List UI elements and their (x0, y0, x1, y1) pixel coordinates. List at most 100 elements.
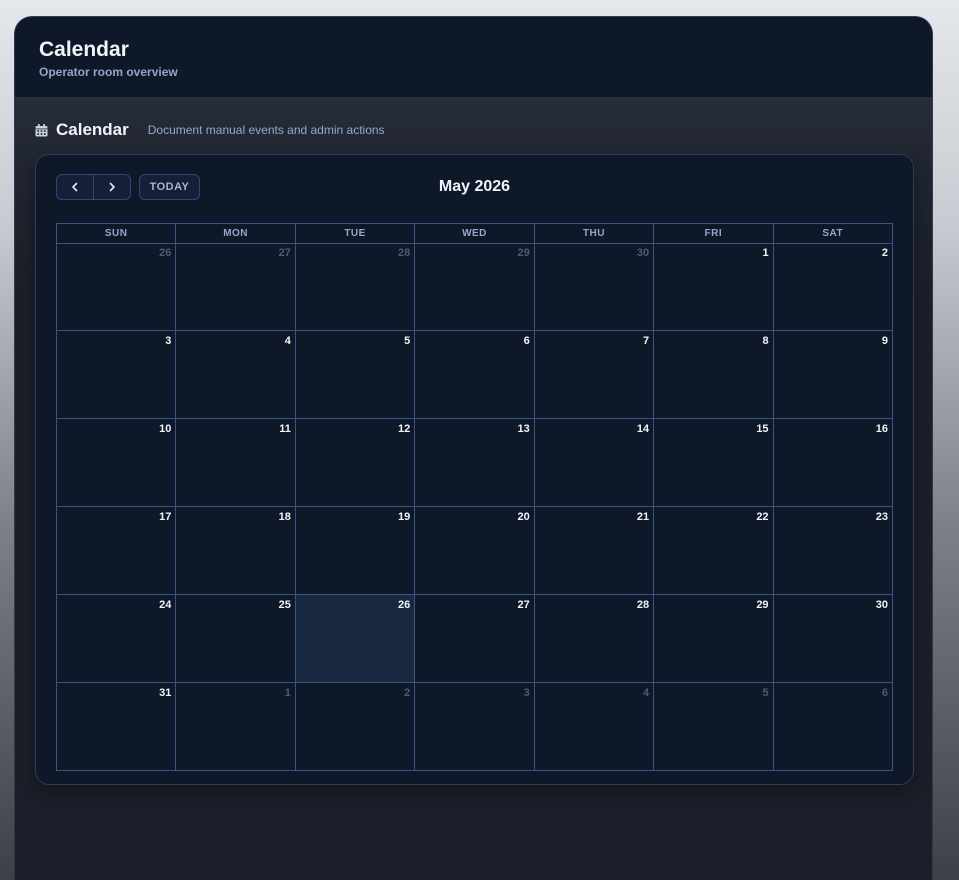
day-cell[interactable]: 30 (534, 243, 655, 331)
day-number: 6 (523, 335, 530, 347)
day-cell[interactable]: 4 (176, 331, 296, 419)
day-cell[interactable]: 27 (176, 243, 296, 331)
day-number: 12 (398, 423, 411, 435)
app-title: Calendar (39, 38, 129, 61)
week-row: 26 27 28 29 30 1 2 (57, 243, 893, 331)
day-cell[interactable]: 6 (415, 331, 535, 419)
day-cell[interactable]: 23 (773, 507, 893, 595)
weekday-header-sun: SUN (57, 224, 177, 244)
app-subtitle: Operator room overview (39, 65, 178, 79)
day-number: 26 (159, 247, 172, 259)
day-cell[interactable]: 13 (415, 419, 535, 507)
day-cell[interactable]: 16 (773, 419, 893, 507)
calendar-icon (35, 123, 48, 136)
weekday-header-sat: SAT (773, 224, 893, 244)
day-number: 18 (278, 511, 291, 523)
day-number: 5 (404, 335, 411, 347)
day-cell[interactable]: 2 (295, 683, 416, 771)
day-cell[interactable]: 27 (415, 595, 535, 683)
chevron-right-icon (109, 182, 115, 192)
today-button[interactable]: TODAY (139, 174, 200, 200)
day-cell[interactable]: 26 (57, 243, 177, 331)
day-cell-today[interactable]: 26 (295, 595, 416, 683)
day-cell[interactable]: 1 (176, 683, 296, 771)
day-cell[interactable]: 11 (176, 419, 296, 507)
weekday-header-mon: MON (176, 224, 296, 244)
day-number: 15 (756, 423, 769, 435)
day-number: 24 (159, 599, 172, 611)
day-cell[interactable]: 5 (654, 683, 774, 771)
day-cell[interactable]: 28 (295, 243, 416, 331)
day-number: 11 (279, 423, 291, 435)
day-number: 27 (278, 247, 291, 259)
day-cell[interactable]: 18 (176, 507, 296, 595)
day-number: 4 (643, 687, 650, 699)
day-cell[interactable]: 30 (773, 595, 893, 683)
day-cell[interactable]: 7 (534, 331, 655, 419)
day-number: 10 (159, 423, 172, 435)
day-cell[interactable]: 17 (57, 507, 177, 595)
day-number: 27 (517, 599, 530, 611)
day-number: 26 (398, 599, 411, 611)
week-row: 10 11 12 13 14 15 16 (57, 419, 893, 507)
day-cell[interactable]: 22 (654, 507, 774, 595)
day-number: 19 (398, 511, 411, 523)
day-cell[interactable]: 2 (773, 243, 893, 331)
day-number: 21 (636, 511, 650, 523)
day-cell[interactable]: 21 (534, 507, 655, 595)
day-number: 23 (875, 511, 888, 523)
calendar-section: Calendar Document manual events and admi… (15, 98, 932, 880)
day-number: 22 (756, 511, 769, 523)
day-cell[interactable]: 10 (57, 419, 177, 507)
day-cell[interactable]: 6 (773, 683, 893, 771)
day-number: 30 (875, 599, 888, 611)
day-cell[interactable]: 20 (415, 507, 535, 595)
day-number: 17 (159, 511, 172, 523)
calendar-toolbar: TODAY May 2026 (56, 174, 893, 200)
prev-month-button[interactable] (57, 175, 93, 199)
day-number: 8 (762, 335, 769, 347)
day-cell[interactable]: 31 (57, 683, 177, 771)
day-cell[interactable]: 3 (57, 331, 177, 419)
day-cell[interactable]: 5 (295, 331, 416, 419)
day-number: 28 (398, 247, 411, 259)
weekday-header-thu: THU (534, 224, 655, 244)
app-window: Calendar Operator room overview Calendar… (14, 16, 933, 880)
day-cell[interactable]: 4 (534, 683, 655, 771)
day-number: 20 (517, 511, 530, 523)
day-number: 31 (159, 687, 172, 699)
day-cell[interactable]: 24 (57, 595, 177, 683)
day-cell[interactable]: 12 (295, 419, 416, 507)
day-cell[interactable]: 29 (415, 243, 535, 331)
day-number: 1 (284, 687, 291, 699)
day-cell[interactable]: 14 (534, 419, 655, 507)
day-number: 13 (517, 423, 530, 435)
app-header: Calendar Operator room overview (15, 17, 932, 98)
day-number: 9 (881, 335, 888, 347)
day-cell[interactable]: 1 (654, 243, 774, 331)
day-cell[interactable]: 25 (176, 595, 296, 683)
day-cell[interactable]: 28 (534, 595, 655, 683)
day-number: 16 (875, 423, 888, 435)
month-grid: SUN MON TUE WED THU FRI SAT 26 27 28 29 30 1 2 3 4 5 6 7 8… (56, 223, 893, 771)
day-number: 28 (636, 599, 650, 611)
day-cell[interactable]: 29 (654, 595, 774, 683)
day-cell[interactable]: 3 (415, 683, 535, 771)
day-number: 4 (284, 335, 291, 347)
day-number: 7 (643, 335, 650, 347)
day-cell[interactable]: 9 (773, 331, 893, 419)
day-number: 1 (762, 247, 769, 259)
day-cell[interactable]: 8 (654, 331, 774, 419)
weekday-header-fri: FRI (654, 224, 774, 244)
calendar-card: TODAY May 2026 SUN MON TUE WED THU FRI SAT 26 2… (35, 154, 914, 785)
day-number: 3 (165, 335, 172, 347)
week-row: 31 1 2 3 4 5 6 (57, 683, 893, 771)
day-cell[interactable]: 15 (654, 419, 774, 507)
next-month-button[interactable] (93, 175, 130, 199)
weekday-header-wed: WED (415, 224, 535, 244)
weeks-container: 26 27 28 29 30 1 2 3 4 5 6 7 8 9 10 11 12 13 14 15 16 17 18 19 2… (57, 243, 893, 771)
day-number: 29 (756, 599, 769, 611)
day-cell[interactable]: 19 (295, 507, 416, 595)
day-number: 2 (881, 247, 888, 259)
section-title: Calendar (56, 120, 129, 139)
